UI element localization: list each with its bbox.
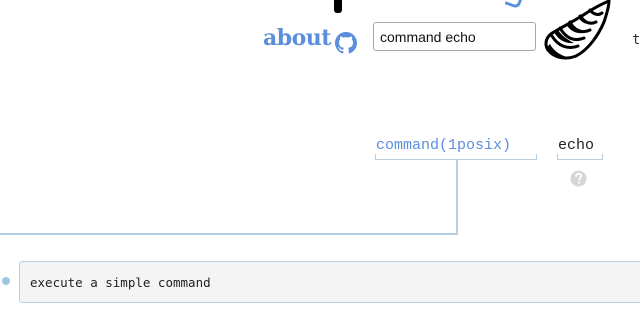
- search-input[interactable]: [373, 22, 536, 51]
- logo-letter-stem: [334, 0, 342, 13]
- shell-icon[interactable]: [540, 0, 615, 62]
- connector-line-horizontal: [0, 233, 458, 235]
- about-link[interactable]: about: [263, 27, 331, 49]
- truncated-header-text: t: [632, 32, 640, 48]
- logo-title-fragment: [326, 0, 526, 14]
- argument-part-bracket: [557, 154, 603, 160]
- argument-part: echo: [558, 137, 595, 154]
- question-mark-icon[interactable]: [570, 170, 587, 187]
- connector-line-vertical: [456, 160, 458, 235]
- connector-dot: [2, 277, 10, 285]
- help-box: execute a simple command: [19, 261, 640, 303]
- command-part-link[interactable]: command(1posix): [376, 138, 511, 153]
- logo-letter-fragment: [504, 0, 523, 10]
- help-text: execute a simple command: [30, 275, 211, 290]
- github-icon[interactable]: [335, 32, 357, 54]
